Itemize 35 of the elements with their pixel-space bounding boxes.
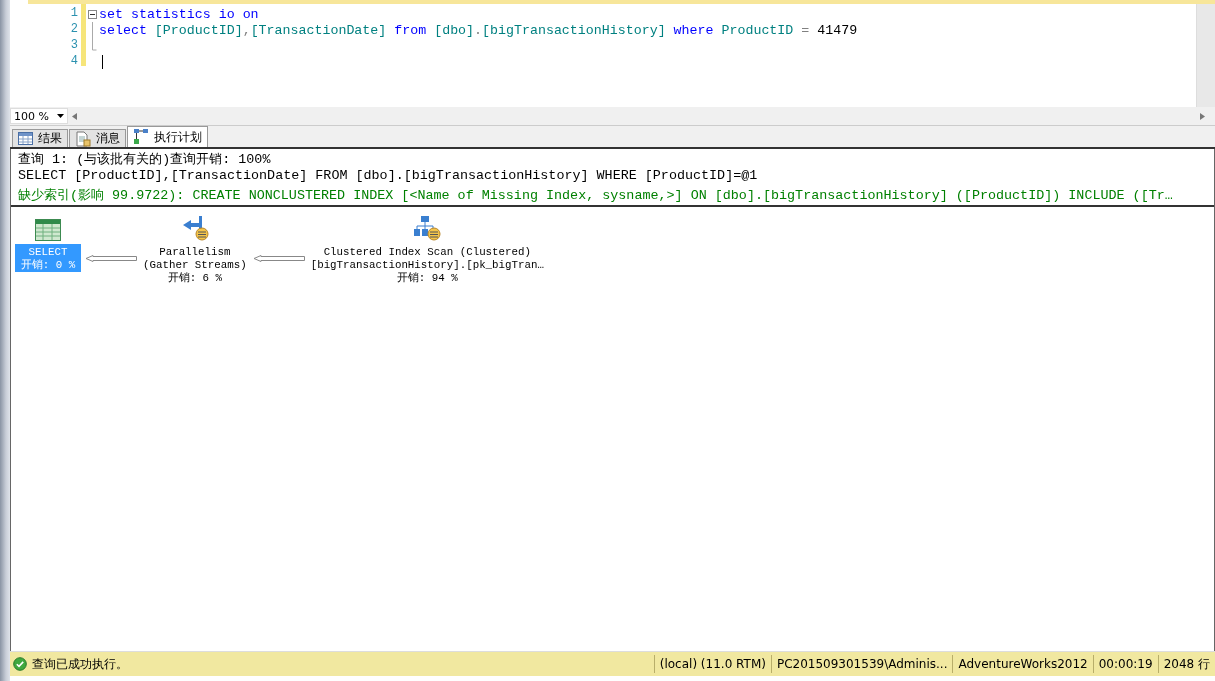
- table-icon: [35, 219, 61, 241]
- flow-arrow: [252, 255, 305, 262]
- status-segment: 2048 行: [1157, 655, 1215, 673]
- status-segment: PC201509301539\Adminis...: [770, 655, 953, 673]
- code-line: set statistics io on: [99, 6, 259, 22]
- plan-node-label[interactable]: Clustered Index Scan (Clustered) [bigTransactionHistory].[pk_bigTran… 开销: 94 %: [308, 244, 546, 285]
- results-tab[interactable]: 执行计划: [127, 126, 208, 147]
- status-segment: (local) (11.0 RTM): [653, 655, 771, 673]
- scroll-right-icon[interactable]: [1200, 112, 1205, 120]
- success-icon: [13, 657, 27, 671]
- change-bar: [81, 4, 86, 66]
- collapse-icon[interactable]: [88, 9, 97, 19]
- flow-arrow: [85, 255, 137, 262]
- plan-icon: [133, 128, 149, 146]
- index-scan-icon: [413, 215, 442, 241]
- status-segment: AdventureWorks2012: [952, 655, 1093, 673]
- results-tab[interactable]: 结果: [12, 129, 68, 147]
- missing-index-text: 缺少索引(影响 99.9722): CREATE NONCLUSTERED INDEX [<Name of Missing Index, sysname,>] ON [dbo].[bigTransactionHistory] ([ProductID]) INCLUDE ([Tr…: [18, 187, 1174, 204]
- code-line: select [ProductID],[TransactionDate] from [dbo].[bigTransactionHistory] where ProductID = 41479: [99, 22, 858, 38]
- zoom-dropdown[interactable]: 100 %: [10, 108, 68, 124]
- query-cost-text: 查询 1: (与该批有关的)查询开销: 100%: [18, 151, 272, 168]
- vertical-scrollbar[interactable]: [1196, 4, 1215, 107]
- scroll-left-icon[interactable]: [72, 112, 77, 120]
- line-number: 3: [69, 38, 79, 54]
- document-icon: [75, 130, 91, 147]
- grid-icon: [18, 132, 33, 145]
- line-number: 1: [69, 6, 79, 22]
- plan-node-label[interactable]: Parallelism (Gather Streams) 开销: 6 %: [141, 244, 249, 285]
- line-number: 4: [69, 54, 79, 70]
- line-number: 2: [69, 22, 79, 38]
- status-segment: 00:00:19: [1092, 655, 1158, 673]
- query-text: SELECT [ProductID],[TransactionDate] FROM [dbo].[bigTransactionHistory] WHERE [ProductID]=@1: [18, 168, 759, 185]
- status-message: 查询已成功执行。: [32, 655, 128, 673]
- results-tab[interactable]: 消息: [69, 129, 126, 147]
- dropdown-arrow-icon[interactable]: [57, 114, 64, 118]
